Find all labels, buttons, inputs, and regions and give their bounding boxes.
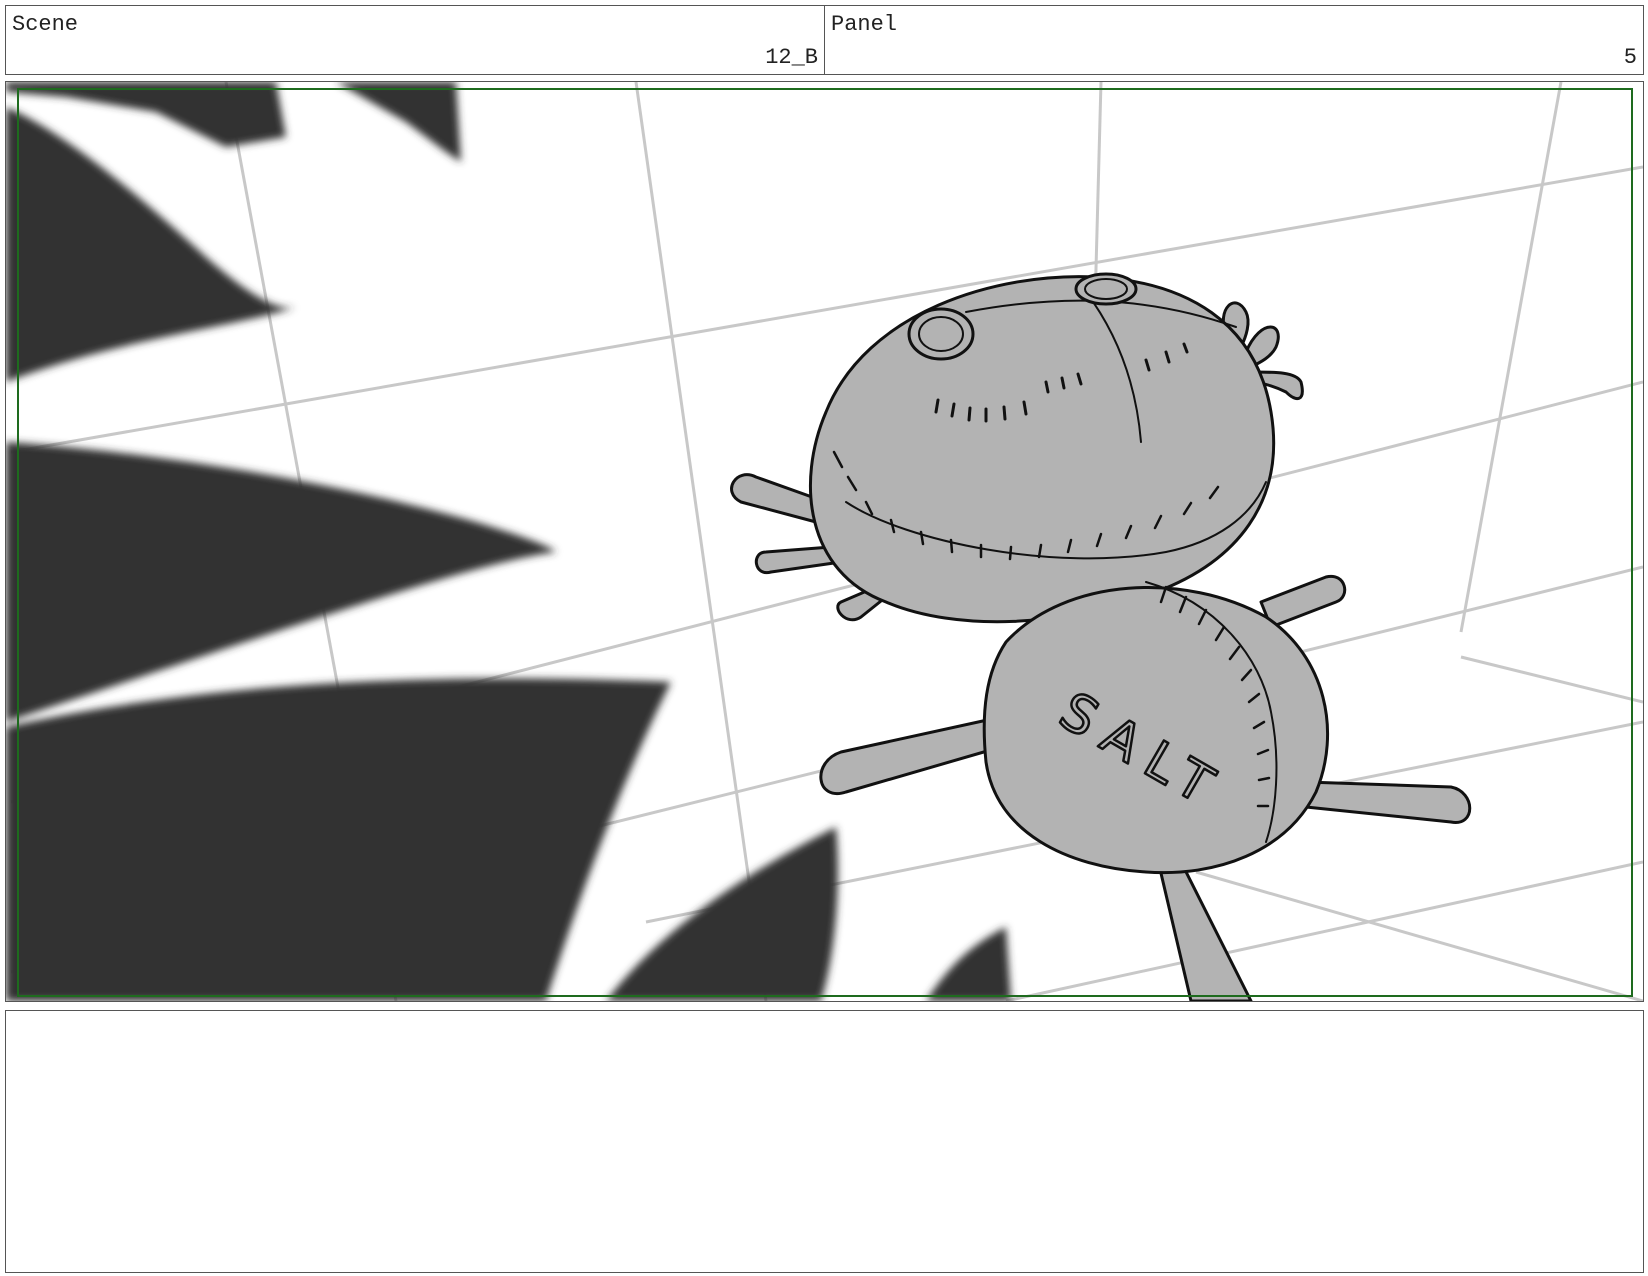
- body-arm-left: [819, 715, 1003, 796]
- storyboard-frame: SALT: [5, 81, 1644, 1002]
- scene-field: Scene 12_B: [5, 5, 825, 75]
- body-leg-right-top: [1259, 574, 1347, 629]
- storyboard-drawing: SALT: [6, 82, 1643, 1001]
- notes-area[interactable]: [5, 1010, 1644, 1273]
- panel-label: Panel: [831, 12, 898, 37]
- body-arm-right: [1304, 780, 1472, 824]
- scene-value: 12_B: [765, 45, 818, 70]
- panel-field: Panel 5: [824, 5, 1644, 75]
- panel-value: 5: [1623, 45, 1637, 70]
- doll-head: [809, 275, 1276, 624]
- scene-label: Scene: [12, 12, 79, 37]
